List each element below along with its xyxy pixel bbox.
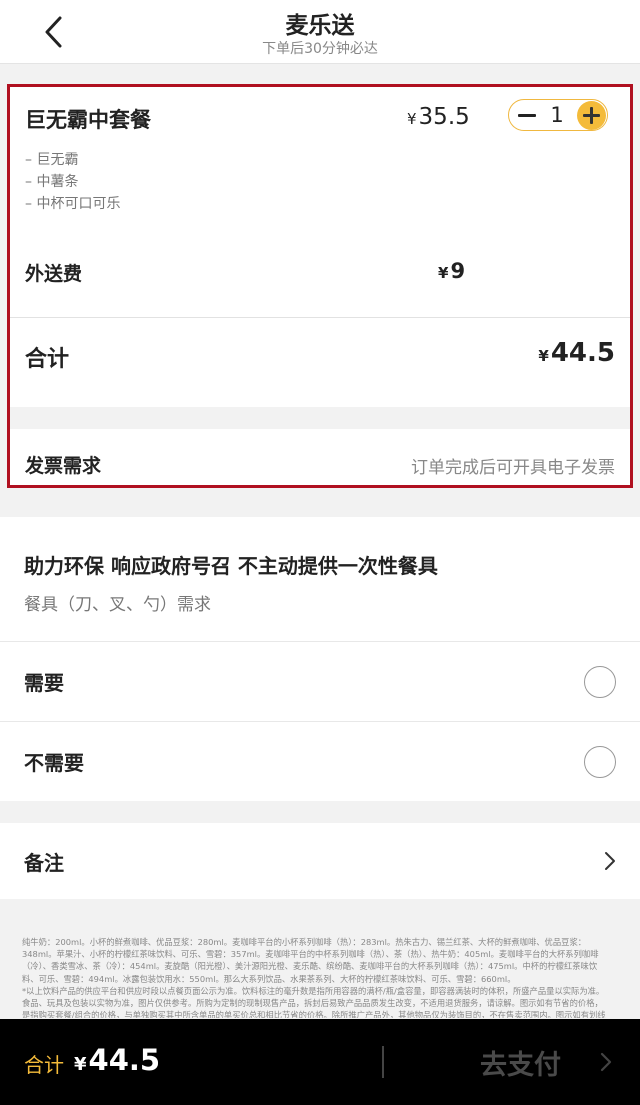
disclaimer-line: 是指购买套餐/组合的价格，与单独购买其中所含单品的单买价总和相比节省的价格。除所… (22, 1010, 606, 1018)
chevron-right-icon (605, 852, 615, 870)
delivery-fee-value: 9 (450, 259, 466, 283)
invoice-note: 订单完成后可开具电子发票 (411, 458, 615, 478)
pay-button[interactable]: 去支付 (384, 1019, 640, 1105)
disclaimer-line: 纯牛奶：200ml。小杯的鲜煮咖啡、优品豆浆：280ml。麦咖啡平台的小杯系列咖… (22, 937, 587, 947)
eco-subtitle: 餐具（刀、叉、勺）需求 (24, 595, 211, 615)
total-price-value: 44.5 (550, 338, 615, 368)
currency-symbol: ¥ (407, 110, 417, 128)
option-label: 不需要 (24, 751, 84, 775)
page-subtitle: 下单后30分钟必达 (262, 41, 378, 57)
option-label: 需要 (24, 671, 64, 695)
disclaimer-line: 食品、玩具及包装以实物为准，图片仅供参考。所购为定制的现制现售产品，拆封后易致产… (22, 998, 603, 1009)
item-price: ¥35.5 (407, 104, 470, 130)
component-item: – 中薯条 (25, 174, 79, 190)
item-name: 巨无霸中套餐 (25, 108, 151, 132)
header: 麦乐送 下单后30分钟必达 (0, 0, 640, 64)
bottom-total-label: 合计 (24, 1053, 64, 1077)
order-summary-card: 巨无霸中套餐 ¥35.5 1 – 巨无霸 – 中薯条 – 中杯可口可乐 外送费 … (7, 84, 633, 488)
disclaimer-line: 348ml。苹果汁、小杯的柠檬红茶味饮料、可乐、雪碧：357ml。麦咖啡平台的中… (22, 949, 599, 960)
bottom-total: ¥44.5 (74, 1043, 160, 1077)
disclaimer-line: 料、可乐、雪碧：494ml。冰露包装饮用水：550ml。那么大系列饮品、水果茶系… (22, 973, 516, 984)
delivery-fee: ¥9 (438, 259, 465, 283)
option-need-cutlery[interactable]: 需要 (0, 641, 640, 721)
decrease-quantity-button[interactable] (515, 104, 539, 128)
radio-icon[interactable] (584, 746, 616, 778)
item-price-value: 35.5 (418, 104, 470, 130)
remarks-row[interactable]: 备注 (0, 823, 640, 899)
delivery-fee-label: 外送费 (25, 263, 83, 285)
disclaimer-text: 纯牛奶：200ml。小杯的鲜煮咖啡、优品豆浆：280ml。麦咖啡平台的小杯系列咖… (22, 936, 622, 1018)
bottom-total-value: 44.5 (88, 1043, 161, 1077)
increase-quantity-button[interactable] (577, 101, 606, 130)
currency-symbol: ¥ (74, 1054, 87, 1075)
remarks-label: 备注 (24, 851, 64, 875)
currency-symbol: ¥ (538, 347, 549, 365)
currency-symbol: ¥ (438, 264, 449, 282)
pay-label: 去支付 (480, 1050, 561, 1081)
total-label: 合计 (25, 347, 70, 372)
chevron-right-icon (600, 1052, 612, 1072)
cutlery-section: 助力环保 响应政府号召 不主动提供一次性餐具 餐具（刀、叉、勺）需求 (0, 517, 640, 641)
component-item: – 中杯可口可乐 (25, 196, 121, 212)
page-title: 麦乐送 (285, 13, 355, 39)
item-components: – 巨无霸 – 中薯条 – 中杯可口可乐 (25, 149, 120, 215)
checkout-bar: 合计 ¥44.5 去支付 (0, 1019, 640, 1105)
eco-title: 助力环保 响应政府号召 不主动提供一次性餐具 (24, 554, 438, 578)
invoice-row[interactable]: 发票需求 订单完成后可开具电子发票 (10, 429, 630, 485)
component-item: – 巨无霸 (25, 152, 79, 168)
divider (10, 317, 630, 318)
radio-icon[interactable] (584, 666, 616, 698)
invoice-label: 发票需求 (25, 455, 102, 477)
quantity-stepper: 1 (508, 99, 608, 131)
disclaimer-line: （冷）、香类雪冰、茶（冷）：454ml。麦旋酷（阳光橙）、美汁源阳光橙、麦乐酷、… (22, 961, 598, 972)
total-price: ¥44.5 (538, 338, 615, 368)
section-gap (10, 407, 630, 429)
option-no-cutlery[interactable]: 不需要 (0, 721, 640, 801)
quantity-value: 1 (550, 103, 564, 127)
disclaimer-line: *以上饮料产品的供应平台和供应时段以点餐页面公示为准。饮料标注的毫升数是指所用容… (22, 985, 605, 996)
